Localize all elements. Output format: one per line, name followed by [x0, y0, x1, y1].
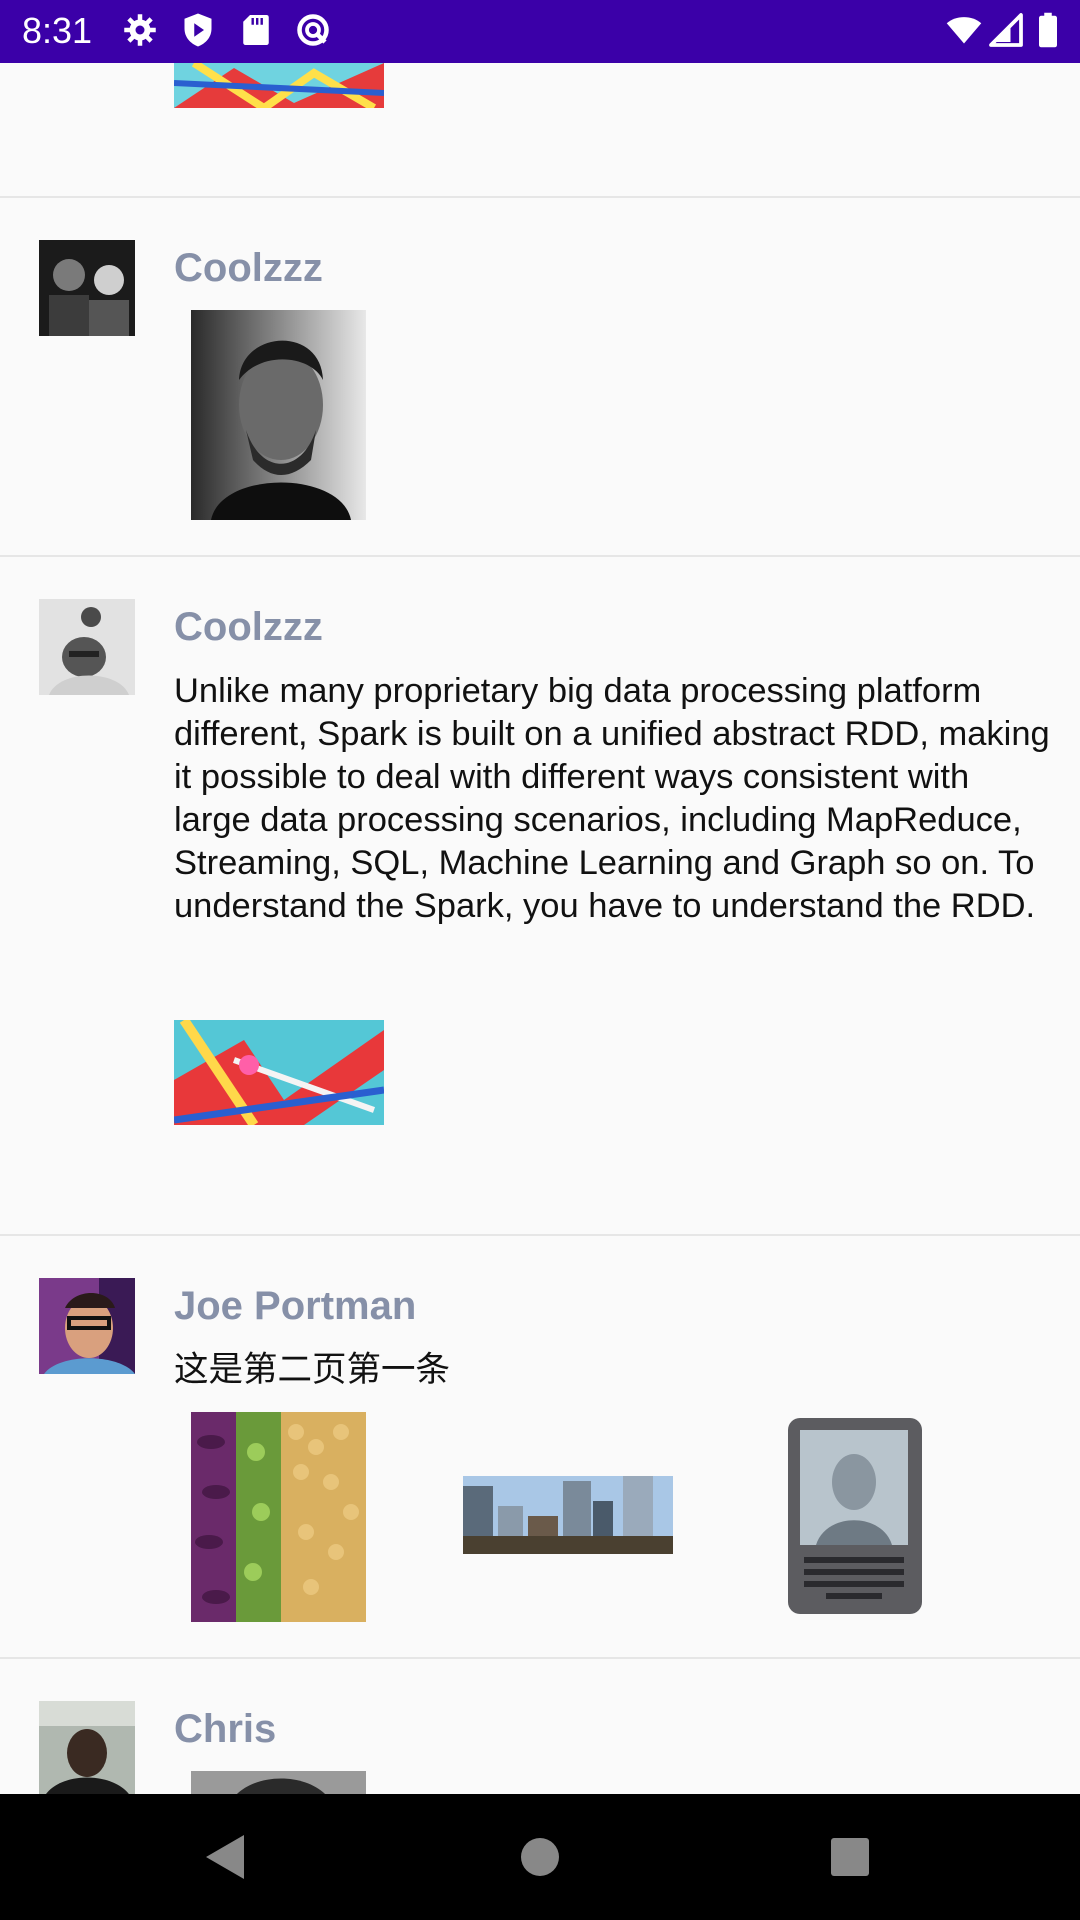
vegetables-image [191, 1412, 366, 1622]
post-image-abstract[interactable] [174, 63, 384, 108]
avatar[interactable] [39, 599, 135, 695]
avatar-image [39, 240, 135, 336]
avatar[interactable] [39, 1701, 135, 1794]
post-text: 这是第二页第一条 [174, 1351, 450, 1389]
post-author-name[interactable]: Coolzzz [174, 605, 323, 650]
ereader-image [786, 1412, 926, 1622]
navigation-bar [0, 1794, 1080, 1920]
home-icon[interactable] [510, 1827, 570, 1887]
avatar[interactable] [39, 240, 135, 336]
city-skyline-image [463, 1476, 673, 1554]
post-item[interactable]: Chris [0, 1659, 1080, 1794]
post-image[interactable] [463, 1476, 673, 1554]
sd-card-icon [243, 15, 269, 45]
status-bar: 8:31 [0, 0, 1080, 63]
gear-icon [124, 14, 156, 46]
sync-icon [297, 14, 329, 46]
avatar-image [39, 1701, 135, 1794]
signal-icon [989, 13, 1023, 47]
avatar-image [39, 599, 135, 695]
back-icon[interactable] [196, 1827, 256, 1887]
battery-icon [1039, 12, 1057, 48]
post-image[interactable] [191, 1412, 366, 1622]
post-image[interactable] [191, 310, 366, 520]
post-item[interactable]: Coolzzz Unlike many proprietary big data… [0, 557, 1080, 1125]
post-image-abstract[interactable] [174, 1020, 384, 1125]
avatar[interactable] [39, 1278, 135, 1374]
post-item[interactable]: Coolzzz [0, 198, 1080, 616]
abstract-image [174, 1020, 384, 1125]
post-author-name[interactable]: Coolzzz [174, 246, 323, 291]
post-text: Unlike many proprietary big data process… [174, 672, 1050, 925]
avatar-image [39, 1278, 135, 1374]
status-time: 8:31 [22, 10, 93, 51]
post-author-name[interactable]: Joe Portman [174, 1284, 416, 1329]
wifi-icon [946, 17, 982, 44]
post-image[interactable] [191, 1771, 366, 1794]
post-image[interactable] [786, 1412, 926, 1622]
recents-icon[interactable] [820, 1827, 880, 1887]
abstract-image [174, 63, 384, 108]
portrait-image [191, 310, 366, 520]
post-item[interactable]: Joe Portman 这是第二页第一条 [0, 1236, 1080, 1656]
post-author-name[interactable]: Chris [174, 1707, 276, 1752]
feed-list[interactable]: Coolzzz Coolzzz Unlike many proprietary … [0, 63, 1080, 1794]
play-protect-icon [184, 13, 212, 47]
portrait-image [191, 1771, 366, 1794]
